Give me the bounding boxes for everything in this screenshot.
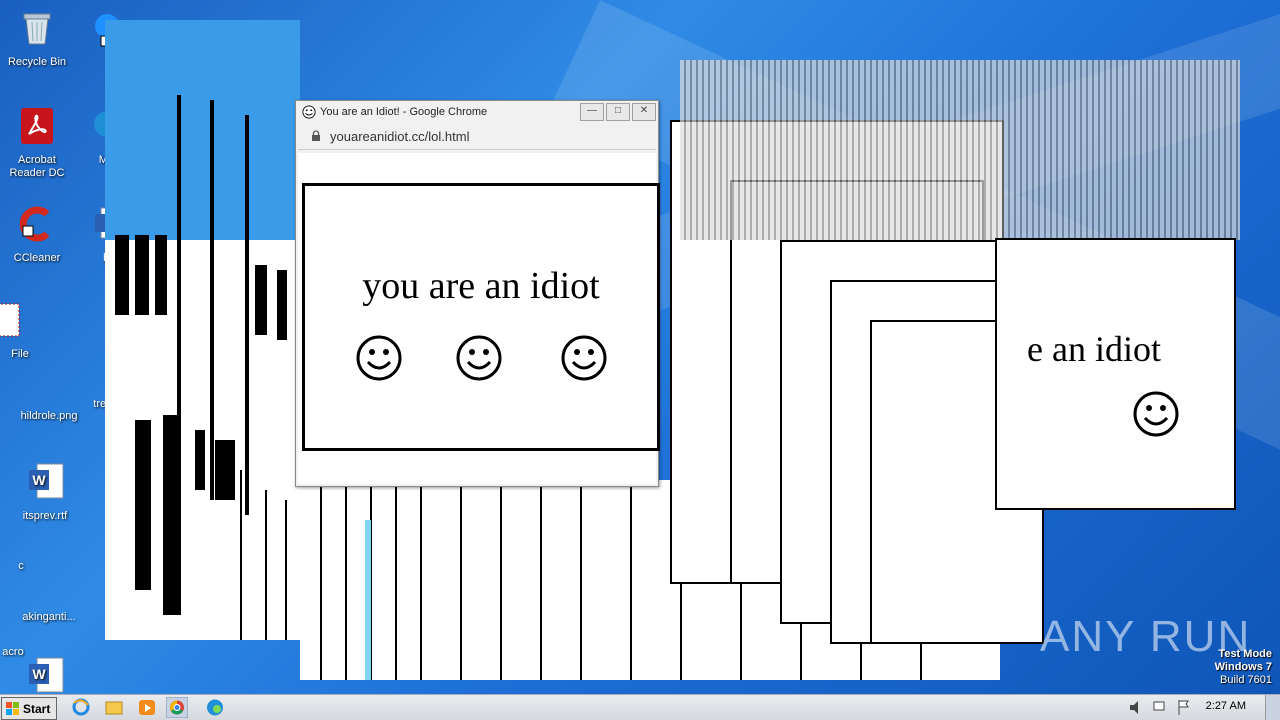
maximize-button[interactable]: □ (606, 103, 630, 121)
volume-icon[interactable] (1128, 697, 1144, 718)
youareanidiot-window-2[interactable]: e an idiot (995, 238, 1236, 510)
icon-label: hildrole.png (20, 410, 78, 422)
start-label: Start (23, 701, 51, 716)
title-bar[interactable]: You are an Idiot! - Google Chrome — □ ✕ (296, 101, 658, 123)
page-text: you are an idiot (362, 265, 600, 307)
file-icon (29, 585, 69, 607)
address-bar[interactable]: youareanidiot.cc/lol.html (298, 123, 656, 150)
windows-build-watermark: Test Mode Windows 7 Build 7601 (1215, 648, 1272, 687)
desktop-icon-file[interactable]: File (0, 300, 40, 361)
idiot-box: you are an idiot (302, 183, 660, 451)
svg-text:W: W (32, 472, 46, 488)
url-text[interactable]: youareanidiot.cc/lol.html (330, 129, 469, 144)
smiley-favicon-icon (302, 105, 316, 119)
icon-label: itsprev.rtf (22, 510, 68, 522)
svg-text:W: W (32, 666, 46, 682)
media-player-icon[interactable] (136, 697, 158, 718)
windows-version-label: Windows 7 (1214, 661, 1272, 673)
smiley-icon (456, 335, 502, 381)
icon-label: Recycle Bin (7, 56, 67, 68)
acrobat-icon (21, 108, 53, 144)
desktop-icon-hildrole[interactable]: hildrole.png (14, 370, 84, 423)
show-desktop-button[interactable] (1265, 695, 1280, 720)
icon-label: c (18, 560, 24, 572)
chrome-icon[interactable] (166, 697, 188, 718)
smiley-icon (356, 335, 402, 381)
smiley-icon (561, 335, 607, 381)
build-label: Build 7601 (1220, 674, 1272, 686)
taskbar: Start 2:27 AM (0, 694, 1280, 720)
glitch-window-stack-left (105, 20, 300, 640)
window-title: You are an Idiot! - Google Chrome (320, 106, 488, 118)
image-file-icon (29, 370, 69, 406)
page-content: you are an idiot (298, 153, 660, 484)
windows-flag-icon (6, 701, 19, 715)
desktop-icon-word[interactable]: W (10, 656, 80, 694)
file-icon (0, 303, 20, 337)
recycle-bin-icon (23, 13, 51, 45)
desktop-icon-itsprev[interactable]: W itsprev.rtf (10, 462, 80, 523)
chrome-window[interactable]: You are an Idiot! - Google Chrome — □ ✕ … (295, 100, 660, 487)
network-icon[interactable] (1152, 697, 1168, 718)
icon-label: File (11, 348, 29, 360)
ie-icon[interactable] (70, 697, 92, 718)
minimize-button[interactable]: — (580, 103, 604, 121)
test-mode-label: Test Mode (1218, 648, 1272, 660)
desktop-icon-akinganti[interactable]: akinganti... (14, 585, 84, 624)
icon-label: akinganti... (22, 611, 76, 623)
smiley-icon (1133, 391, 1179, 437)
close-button[interactable]: ✕ (632, 103, 656, 121)
action-center-flag-icon[interactable] (1176, 697, 1192, 718)
lock-icon (312, 130, 320, 141)
page-text: e an idiot (1027, 329, 1161, 369)
desktop-icon-c[interactable]: c (0, 560, 56, 573)
clock[interactable]: 2:27 AM (1206, 700, 1246, 712)
start-button[interactable]: Start (1, 697, 57, 720)
explorer-icon[interactable] (103, 697, 125, 718)
ccleaner-icon (19, 206, 50, 242)
icon-label: CCleaner (13, 252, 61, 264)
icon-label: Acrobat Reader DC (9, 154, 65, 179)
desktop-icon-acrobat[interactable]: Acrobat Reader DC (2, 106, 72, 180)
word-doc-icon: W (29, 657, 64, 693)
desktop-icon-ccleaner[interactable]: CCleaner (2, 204, 72, 265)
edge-icon[interactable] (204, 697, 226, 718)
desktop-icon-recycle-bin[interactable]: Recycle Bin (2, 8, 72, 69)
word-doc-icon: W (29, 463, 64, 499)
